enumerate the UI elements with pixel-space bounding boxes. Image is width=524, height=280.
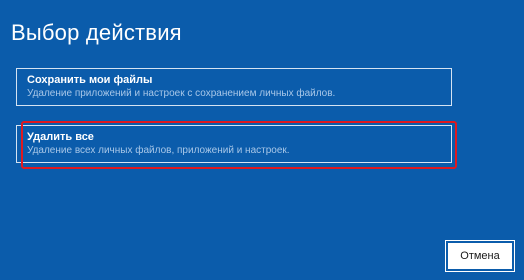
option-name: Сохранить мои файлы bbox=[27, 74, 153, 86]
page-title: Выбор действия bbox=[11, 20, 182, 45]
remove-everything-option[interactable]: Удалить все Удаление всех личных файлов,… bbox=[16, 125, 452, 163]
option-description: Удаление всех личных файлов, приложений … bbox=[27, 145, 290, 156]
option-description: Удаление приложений и настроек с сохране… bbox=[27, 88, 336, 99]
option-name: Удалить все bbox=[27, 131, 94, 143]
keep-my-files-option[interactable]: Сохранить мои файлы Удаление приложений … bbox=[16, 68, 452, 106]
reset-dialog: Выбор действия Сохранить мои файлы Удале… bbox=[0, 0, 524, 280]
cancel-button[interactable]: Отмена bbox=[445, 240, 515, 272]
